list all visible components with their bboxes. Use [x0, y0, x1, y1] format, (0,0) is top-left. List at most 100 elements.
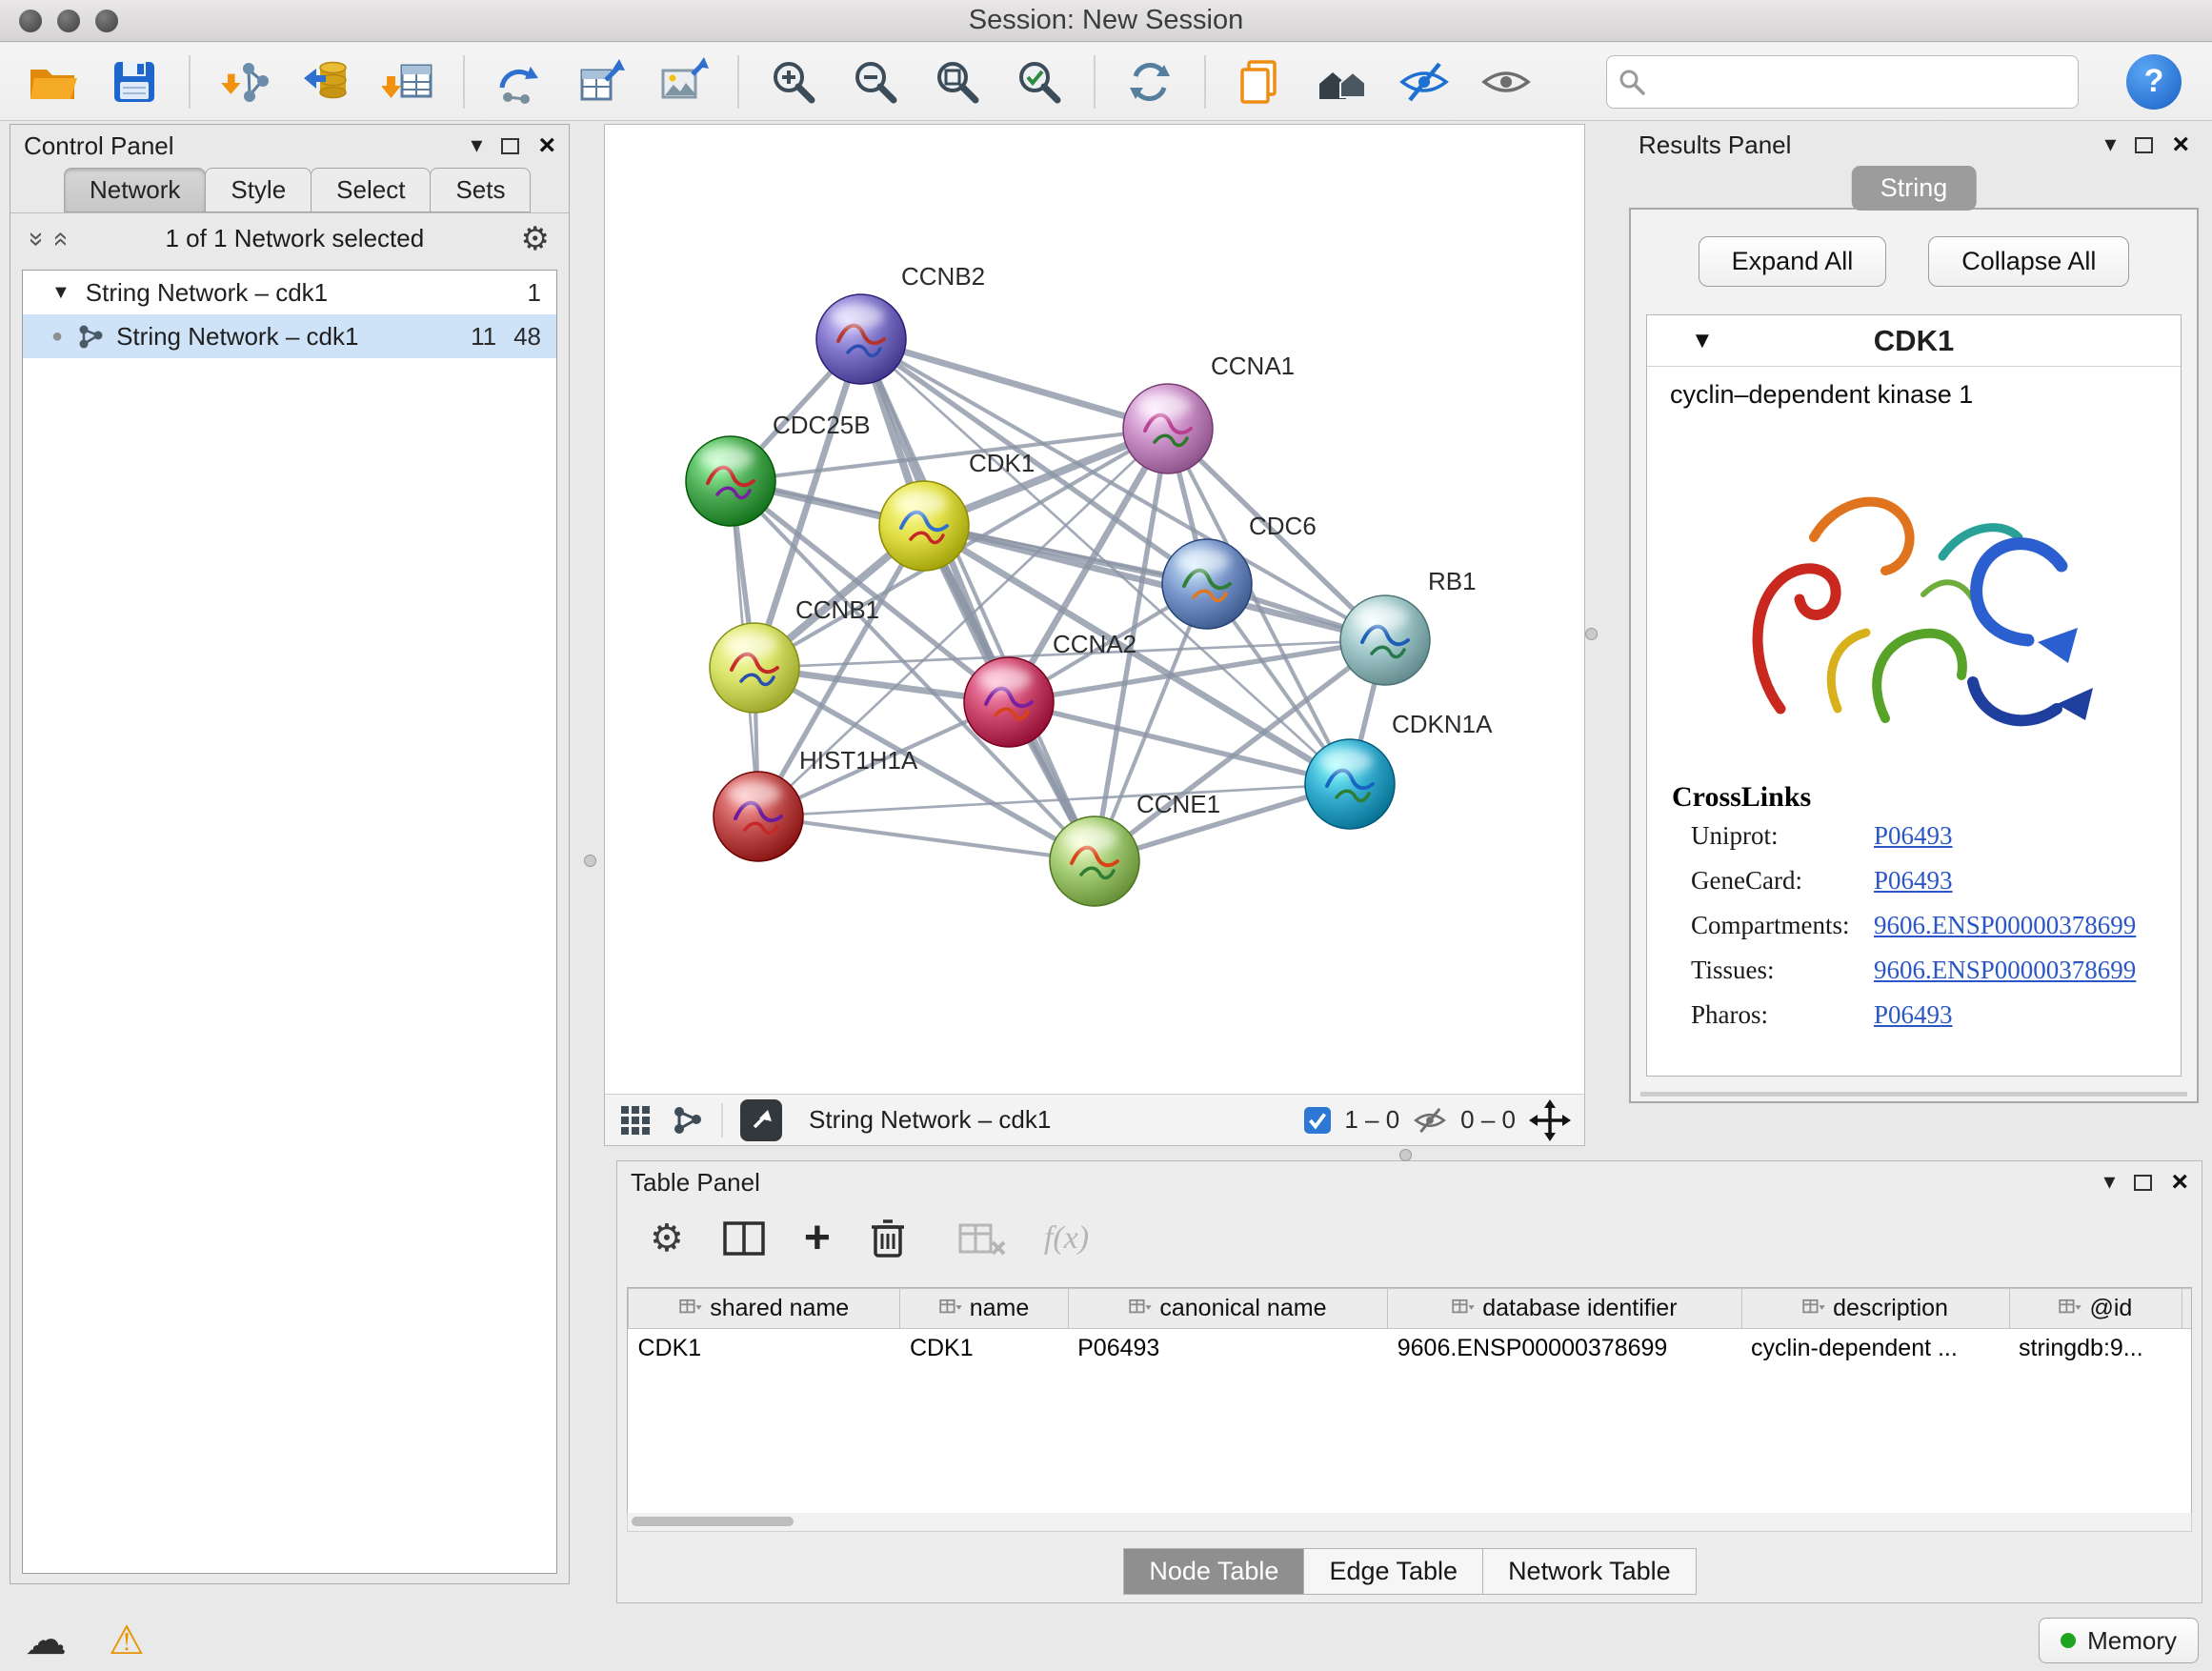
network-node-CDC6[interactable] — [1162, 539, 1252, 629]
delete-column-trash-icon[interactable] — [869, 1218, 907, 1259]
tab-node-table[interactable]: Node Table — [1123, 1548, 1304, 1595]
select-columns-icon[interactable] — [722, 1219, 766, 1258]
control-panel-title: Control Panel — [24, 131, 174, 161]
import-table-button[interactable] — [381, 54, 436, 110]
help-button[interactable]: ? — [2126, 54, 2182, 110]
zoom-selected-button[interactable] — [1012, 54, 1067, 110]
memory-button[interactable]: Memory — [2039, 1618, 2199, 1663]
table-float-panel-icon[interactable] — [2134, 1175, 2152, 1191]
export-image-button[interactable] — [655, 54, 711, 110]
table-cell[interactable]: stringdb — [2182, 1329, 2192, 1369]
crosslink-link[interactable]: 9606.ENSP00000378699 — [1874, 911, 2136, 940]
crosslink-link[interactable]: P06493 — [1874, 866, 1953, 896]
network-node-CCNE1[interactable] — [1050, 816, 1139, 906]
cloud-status-icon[interactable]: ☁ — [25, 1620, 67, 1661]
toolbar-search — [1606, 55, 2079, 109]
bottom-splitter-grip[interactable] — [1399, 1149, 1412, 1161]
table-cell[interactable]: CDK1 — [629, 1329, 900, 1369]
network-node-CCNB2[interactable] — [816, 294, 906, 384]
network-collection-row[interactable]: ▼ String Network – cdk1 1 — [23, 271, 556, 314]
zoom-out-button[interactable] — [848, 54, 903, 110]
tab-sets[interactable]: Sets — [430, 168, 531, 212]
crosslink-link[interactable]: P06493 — [1874, 1000, 1953, 1030]
crosslink-link[interactable]: 9606.ENSP00000378699 — [1874, 956, 2136, 985]
import-network-database-button[interactable] — [299, 54, 354, 110]
network-canvas[interactable]: CCNB2CCNA1CDC25BCDK1CDC6RB1CCNB1CCNA2CDK… — [605, 125, 1584, 1094]
column-header-name[interactable]: name — [900, 1289, 1068, 1329]
pan-move-icon[interactable] — [1529, 1099, 1571, 1141]
gene-card-header[interactable]: ▼ CDK1 — [1647, 315, 2181, 367]
network-edge[interactable] — [861, 339, 1095, 861]
network-edge[interactable] — [758, 816, 1095, 861]
table-row[interactable]: CDK1CDK1P064939606.ENSP00000378699cyclin… — [629, 1329, 2193, 1369]
tab-select[interactable]: Select — [311, 168, 431, 212]
open-session-button[interactable] — [25, 54, 80, 110]
column-header-shared-name[interactable]: shared name — [629, 1289, 900, 1329]
zoom-in-button[interactable] — [766, 54, 821, 110]
hidden-eye-slash-icon[interactable] — [1413, 1106, 1447, 1135]
column-header-canonical-name[interactable]: canonical name — [1068, 1289, 1388, 1329]
left-splitter-grip[interactable] — [584, 855, 596, 867]
network-node-CDK1[interactable] — [879, 481, 969, 571]
network-row[interactable]: ● String Network – cdk1 11 48 — [23, 314, 556, 358]
network-node-RB1[interactable] — [1340, 595, 1430, 685]
tab-network-table[interactable]: Network Table — [1482, 1548, 1697, 1595]
column-header-description[interactable]: description — [1741, 1289, 2009, 1329]
collection-caret-icon[interactable]: ▼ — [51, 282, 70, 304]
search-input[interactable] — [1606, 55, 2079, 109]
results-panel-menu-icon[interactable]: ▾ — [2104, 133, 2116, 156]
birdseye-view-button[interactable] — [740, 1099, 782, 1141]
table-cell[interactable]: P06493 — [1068, 1329, 1388, 1369]
show-hidden-button[interactable] — [1478, 54, 1534, 110]
right-splitter-grip[interactable] — [1585, 628, 1598, 640]
warning-icon[interactable]: ⚠ — [109, 1621, 145, 1661]
table-settings-gear-icon[interactable]: ⚙ — [650, 1219, 684, 1258]
network-node-CCNA2[interactable] — [964, 657, 1054, 747]
grid-view-icon[interactable] — [618, 1103, 653, 1137]
results-scrollbar[interactable] — [1640, 1092, 2187, 1097]
crosslink-link[interactable]: P06493 — [1874, 821, 1953, 851]
table-panel-menu-icon[interactable]: ▾ — [2103, 1171, 2115, 1194]
column-header-@id[interactable]: @id — [2009, 1289, 2182, 1329]
network-edge[interactable] — [861, 339, 1168, 429]
save-session-button[interactable] — [107, 54, 162, 110]
table-hscrollbar[interactable] — [627, 1513, 2192, 1532]
float-panel-icon[interactable] — [501, 138, 519, 154]
duplicate-page-button[interactable] — [1233, 54, 1288, 110]
apply-layout-button[interactable] — [1122, 54, 1177, 110]
network-node-CDC25B[interactable] — [686, 436, 775, 526]
collapse-all-button[interactable]: Collapse All — [1928, 236, 2129, 287]
expand-all-button[interactable]: Expand All — [1699, 236, 1887, 287]
table-cell[interactable]: 9606.ENSP00000378699 — [1388, 1329, 1741, 1369]
tab-string[interactable]: String — [1852, 166, 1977, 211]
collapse-all-networks-icon[interactable]: « — [46, 232, 76, 247]
hide-selected-button[interactable] — [1397, 54, 1452, 110]
network-edge[interactable] — [924, 526, 1385, 640]
zoom-fit-button[interactable] — [930, 54, 985, 110]
column-header-namespace[interactable]: namespace — [2182, 1289, 2192, 1329]
network-node-CDKN1A[interactable] — [1305, 739, 1395, 829]
import-network-file-button[interactable] — [217, 54, 272, 110]
add-column-icon[interactable]: + — [804, 1216, 831, 1261]
table-cell[interactable]: cyclin-dependent ... — [1741, 1329, 2009, 1369]
close-panel-icon[interactable]: × — [538, 131, 555, 160]
tab-style[interactable]: Style — [205, 168, 312, 212]
table-cell[interactable]: stringdb:9... — [2009, 1329, 2182, 1369]
tab-network[interactable]: Network — [64, 168, 206, 212]
tab-edge-table[interactable]: Edge Table — [1303, 1548, 1483, 1595]
table-close-panel-icon[interactable]: × — [2171, 1168, 2188, 1197]
table-cell[interactable]: CDK1 — [900, 1329, 1068, 1369]
network-view-icon[interactable] — [670, 1103, 704, 1137]
export-table-button[interactable] — [573, 54, 629, 110]
column-header-database-identifier[interactable]: database identifier — [1388, 1289, 1741, 1329]
results-float-panel-icon[interactable] — [2135, 137, 2153, 153]
export-network-button[interactable] — [492, 54, 547, 110]
show-all-button[interactable] — [1315, 54, 1370, 110]
results-close-panel-icon[interactable]: × — [2172, 131, 2189, 159]
network-node-CCNA1[interactable] — [1123, 384, 1213, 473]
network-options-gear-icon[interactable]: ⚙ — [521, 223, 550, 255]
network-node-CCNB1[interactable] — [710, 623, 799, 713]
network-node-HIST1H1A[interactable] — [714, 772, 803, 861]
selected-checkbox-icon[interactable] — [1304, 1107, 1331, 1134]
panel-menu-icon[interactable]: ▾ — [471, 134, 482, 157]
